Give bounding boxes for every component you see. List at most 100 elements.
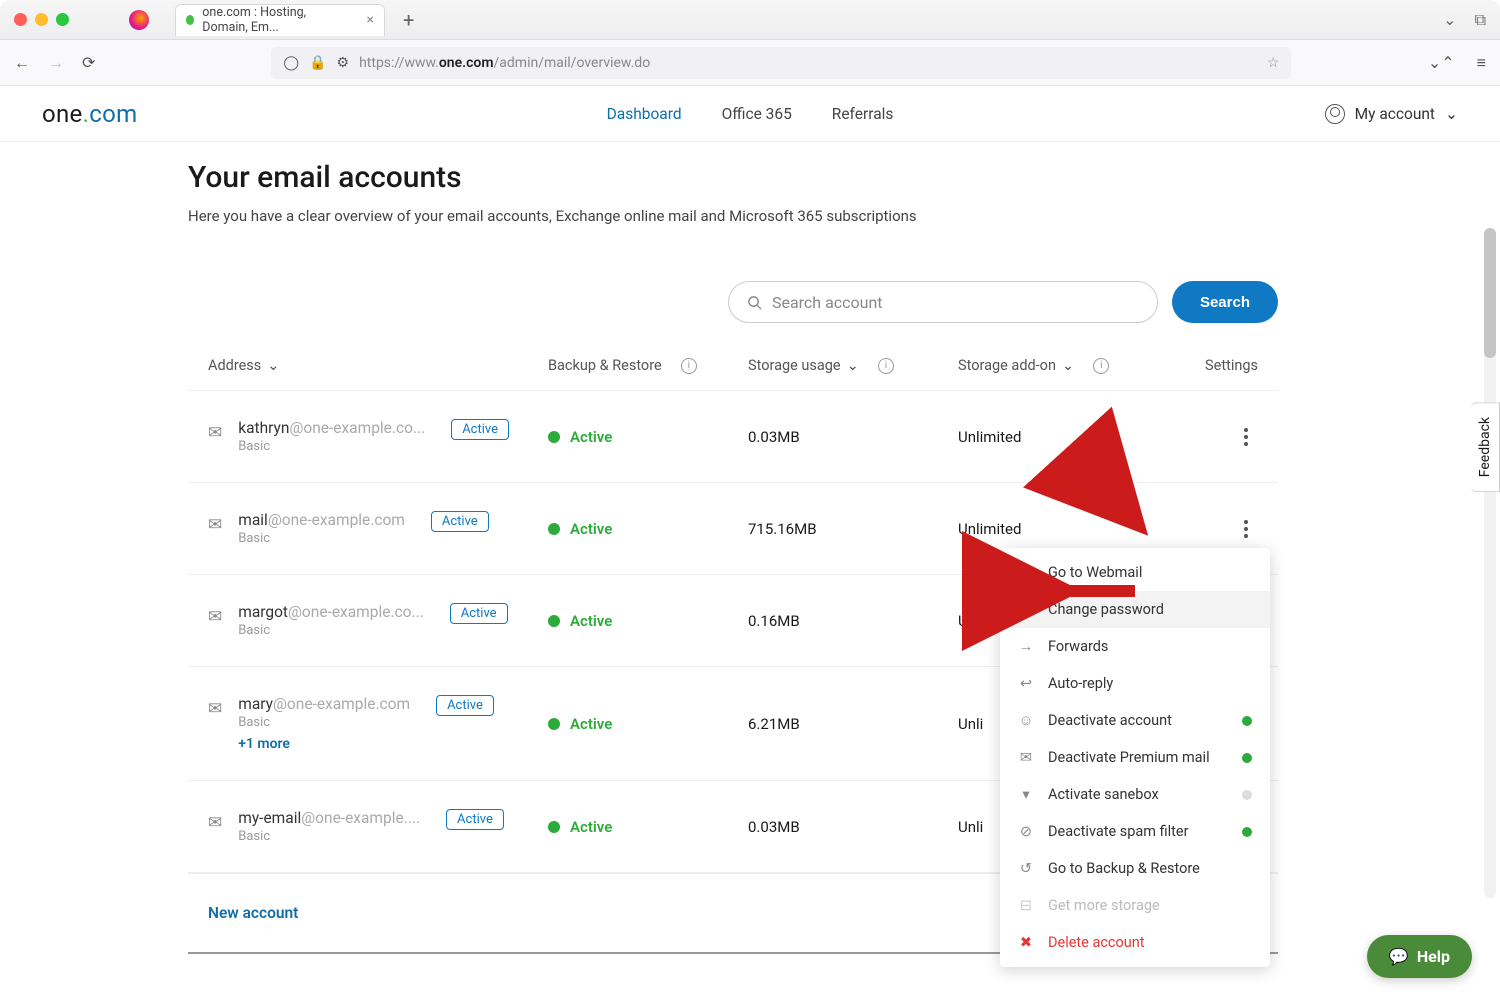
maximize-window-icon[interactable] — [56, 13, 69, 26]
nav-office365[interactable]: Office 365 — [722, 105, 792, 123]
search-button[interactable]: Search — [1172, 281, 1278, 323]
logo[interactable]: one.com — [42, 100, 137, 128]
email-address: kathryn@one-example.co... — [238, 419, 425, 437]
chat-icon: 💬 — [1389, 947, 1409, 966]
menu-get-storage: ⊟Get more storage — [1000, 887, 1270, 924]
nav-referrals[interactable]: Referrals — [832, 105, 894, 123]
status-badge: Active — [450, 603, 508, 624]
browser-tab[interactable]: one.com : Hosting, Domain, Em... × — [175, 4, 385, 36]
search-icon — [747, 295, 762, 310]
col-settings: Settings — [1198, 357, 1258, 374]
mail-icon: ✉ — [208, 813, 222, 833]
address-cell: ✉ my-email@one-example.... Basic Active — [208, 809, 548, 844]
scrollbar-thumb[interactable] — [1484, 228, 1496, 358]
avatar-icon — [1325, 104, 1345, 124]
status-badge: Active — [446, 809, 504, 830]
mail-icon: ✉ — [1018, 564, 1034, 581]
page-subtitle: Here you have a clear overview of your e… — [188, 207, 1278, 225]
address-bar[interactable]: ◯ 🔒 ⚙ https://www.one.com/admin/mail/ove… — [271, 47, 1291, 79]
address-cell: ✉ margot@one-example.co... Basic Active — [208, 603, 548, 638]
arrow-right-icon: → — [1018, 638, 1034, 655]
back-icon[interactable]: ← — [14, 53, 30, 73]
menu-change-password[interactable]: 🔒Change password — [1000, 591, 1270, 628]
address-cell: ✉ mail@one-example.com Basic Active — [208, 511, 548, 546]
mail-icon: ✉ — [208, 515, 222, 535]
table-header: Address ⌄ Backup & Restore i Storage usa… — [188, 323, 1278, 390]
status-dot-icon — [548, 523, 560, 535]
traffic-lights[interactable] — [14, 13, 69, 26]
address-cell: ✉ kathryn@one-example.co... Basic Active — [208, 419, 548, 454]
status-badge: Active — [431, 511, 489, 532]
storage-usage: 6.21MB — [748, 715, 958, 733]
close-window-icon[interactable] — [14, 13, 27, 26]
close-tab-icon[interactable]: × — [367, 12, 374, 28]
chevron-down-icon[interactable]: ⌄ — [1443, 10, 1456, 30]
storage-usage: 0.03MB — [748, 428, 958, 446]
mail-icon: ✉ — [208, 699, 222, 719]
col-storage-usage[interactable]: Storage usage ⌄ i — [748, 357, 958, 374]
person-icon: ☺ — [1018, 712, 1034, 729]
menu-icon[interactable]: ≡ — [1477, 53, 1486, 73]
firefox-icon — [129, 10, 149, 30]
pocket-icon[interactable]: ⌄⌃ — [1428, 53, 1455, 73]
account-menu[interactable]: My account ⌄ — [1325, 104, 1458, 124]
address-cell: ✉ mary@one-example.com Basic +1 more Act… — [208, 695, 548, 752]
status-indicator — [1242, 790, 1252, 800]
menu-delete-account[interactable]: ✖Delete account — [1000, 924, 1270, 961]
status-dot-icon — [548, 821, 560, 833]
nav-dashboard[interactable]: Dashboard — [607, 105, 682, 123]
menu-forwards[interactable]: →Forwards — [1000, 628, 1270, 665]
menu-auto-reply[interactable]: ↩Auto-reply — [1000, 665, 1270, 702]
shield-icon[interactable]: ◯ — [283, 55, 299, 71]
tab-title: one.com : Hosting, Domain, Em... — [202, 5, 354, 35]
info-icon[interactable]: i — [1093, 358, 1109, 374]
row-actions-button[interactable] — [1234, 517, 1258, 541]
row-actions-button[interactable] — [1234, 425, 1258, 449]
copy-icon[interactable]: ⧉ — [1475, 10, 1486, 30]
backup-status: Active — [548, 715, 748, 733]
permissions-icon[interactable]: ⚙ — [337, 55, 350, 71]
minimize-window-icon[interactable] — [35, 13, 48, 26]
col-address[interactable]: Address ⌄ — [208, 357, 548, 374]
status-indicator — [1242, 753, 1252, 763]
feedback-tab[interactable]: Feedback — [1471, 402, 1500, 492]
chevron-down-icon: ⌄ — [1062, 357, 1074, 374]
menu-go-to-webmail[interactable]: ✉Go to Webmail — [1000, 554, 1270, 591]
storage-addon: Unlimited — [958, 428, 1198, 446]
status-dot-icon — [548, 718, 560, 730]
help-button[interactable]: 💬 Help — [1367, 935, 1472, 978]
bookmark-icon[interactable]: ☆ — [1267, 55, 1280, 71]
browser-toolbar: ← → ⟳ ◯ 🔒 ⚙ https://www.one.com/admin/ma… — [0, 40, 1500, 86]
reload-icon[interactable]: ⟳ — [82, 53, 95, 73]
plan-label: Basic — [238, 531, 405, 546]
email-address: mary@one-example.com — [238, 695, 410, 713]
search-input[interactable]: Search account — [728, 281, 1158, 323]
menu-activate-sanebox[interactable]: ▾Activate sanebox — [1000, 776, 1270, 813]
lock-icon: 🔒 — [1018, 601, 1034, 618]
mail-icon: ✉ — [208, 607, 222, 627]
new-tab-button[interactable]: + — [403, 8, 414, 32]
menu-deactivate-premium[interactable]: ✉Deactivate Premium mail — [1000, 739, 1270, 776]
forward-icon: → — [48, 53, 64, 73]
info-icon[interactable]: i — [681, 358, 697, 374]
status-badge: Active — [451, 419, 509, 440]
scrollbar[interactable] — [1484, 228, 1496, 898]
window-titlebar: one.com : Hosting, Domain, Em... × + ⌄ ⧉ — [0, 0, 1500, 40]
col-storage-addon[interactable]: Storage add-on ⌄ i — [958, 357, 1198, 374]
person-remove-icon: ✖ — [1018, 934, 1034, 951]
info-icon[interactable]: i — [878, 358, 894, 374]
history-icon: ↺ — [1018, 860, 1034, 877]
plan-label: Basic — [238, 623, 424, 638]
backup-status: Active — [548, 520, 748, 538]
menu-deactivate-spam[interactable]: ⊘Deactivate spam filter — [1000, 813, 1270, 850]
status-indicator — [1242, 716, 1252, 726]
lock-icon[interactable]: 🔒 — [309, 55, 326, 71]
row-actions-menu: ✉Go to Webmail 🔒Change password →Forward… — [1000, 548, 1270, 967]
filter-icon: ▾ — [1018, 786, 1034, 803]
menu-deactivate-account[interactable]: ☺Deactivate account — [1000, 702, 1270, 739]
menu-backup-restore[interactable]: ↺Go to Backup & Restore — [1000, 850, 1270, 887]
status-dot-icon — [548, 615, 560, 627]
email-address: mail@one-example.com — [238, 511, 405, 529]
plus-more-link[interactable]: +1 more — [238, 736, 410, 752]
chevron-down-icon: ⌄ — [267, 357, 279, 374]
